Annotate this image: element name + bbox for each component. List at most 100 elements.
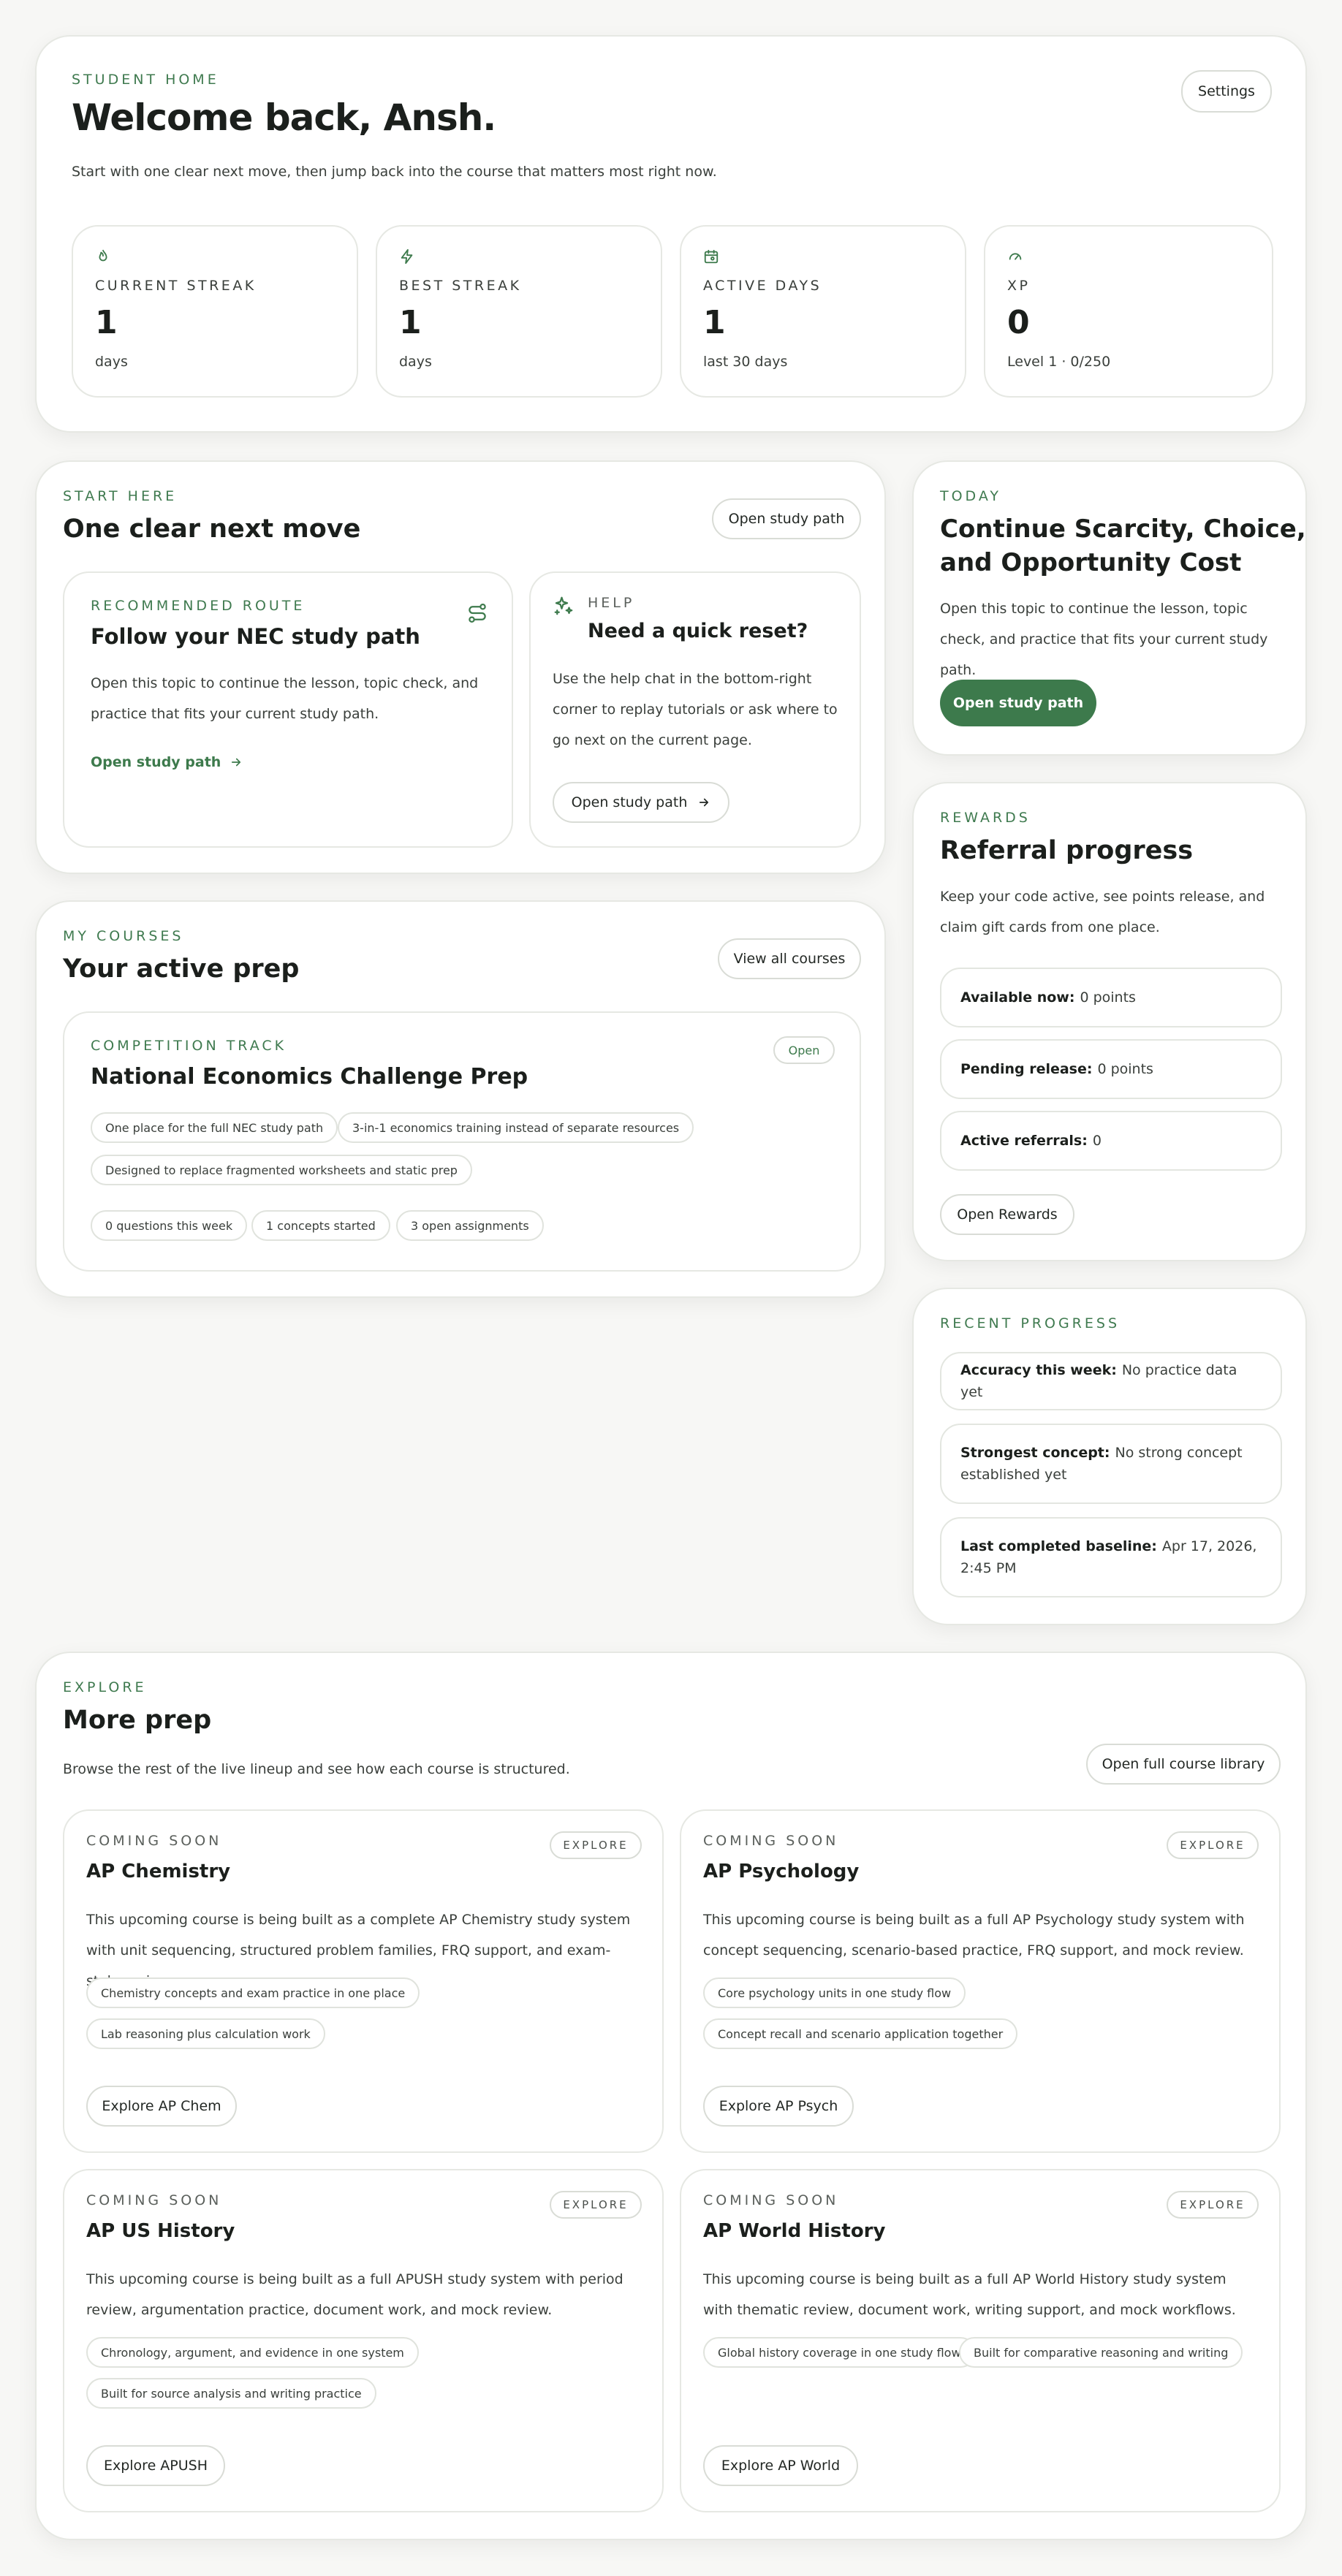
- route-eyebrow: RECOMMENDED ROUTE: [91, 598, 306, 614]
- row-label: Last completed baseline:: [960, 1538, 1157, 1554]
- explore-tag: EXPLORE: [1167, 1831, 1259, 1859]
- stat-sub: days: [399, 354, 432, 370]
- row-value: 0: [1092, 1133, 1102, 1149]
- course-card-nec[interactable]: COMPETITION TRACK Open National Economic…: [63, 1011, 861, 1272]
- rewards-card: REWARDS Referral progress Keep your code…: [912, 782, 1307, 1261]
- course-eyebrow: COMING SOON: [703, 1833, 839, 1849]
- explore-ap-world-button[interactable]: Explore AP World: [703, 2445, 858, 2486]
- explore-title: More prep: [63, 1706, 212, 1735]
- course-card-ap-chemistry[interactable]: COMING SOON EXPLORE AP Chemistry This up…: [63, 1809, 664, 2153]
- route-icon: [466, 602, 488, 624]
- header-subtitle: Start with one clear next move, then jum…: [72, 164, 717, 180]
- feature-chip: Global history coverage in one study flo…: [703, 2337, 976, 2368]
- course-title: AP US History: [86, 2220, 235, 2242]
- feature-chip: Chronology, argument, and evidence in on…: [86, 2337, 419, 2368]
- arrow-right-icon: [230, 756, 243, 769]
- stat-label: ACTIVE DAYS: [703, 278, 822, 294]
- rewards-available-row: Available now: 0 points: [940, 968, 1282, 1027]
- my-courses-card: MY COURSES Your active prep View all cou…: [35, 900, 886, 1298]
- start-here-card: START HERE One clear next move Open stud…: [35, 460, 886, 874]
- rewards-pending-row: Pending release: 0 points: [940, 1039, 1282, 1099]
- course-body: This upcoming course is being built as a…: [86, 2271, 623, 2318]
- stat-card-current-streak: CURRENT STREAK 1 days: [72, 225, 358, 398]
- open-study-path-button[interactable]: Open study path: [712, 498, 861, 539]
- explore-eyebrow: EXPLORE: [63, 1679, 147, 1695]
- row-label: Available now:: [960, 989, 1075, 1006]
- stat-sub: days: [95, 354, 128, 370]
- explore-ap-psych-button[interactable]: Explore AP Psych: [703, 2086, 854, 2127]
- course-title: AP World History: [703, 2220, 886, 2242]
- status-badge: Open: [773, 1036, 835, 1064]
- feature-chip: Designed to replace fragmented worksheet…: [91, 1155, 472, 1185]
- help-eyebrow: HELP: [588, 595, 635, 611]
- explore-subtitle: Browse the rest of the live lineup and s…: [63, 1761, 570, 1777]
- today-title-line1: Continue Scarcity, Choice,: [940, 514, 1306, 544]
- sparkles-icon: [553, 595, 575, 617]
- start-here-eyebrow: START HERE: [63, 488, 178, 504]
- help-body: Use the help chat in the bottom-right co…: [553, 671, 838, 748]
- rewards-eyebrow: REWARDS: [940, 810, 1031, 826]
- today-open-study-path-button[interactable]: Open study path: [940, 680, 1096, 726]
- stat-sub: last 30 days: [703, 354, 788, 370]
- recommended-route-card[interactable]: RECOMMENDED ROUTE Follow your NEC study …: [63, 571, 513, 848]
- calendar-icon: [703, 248, 719, 265]
- today-body: Open this topic to continue the lesson, …: [940, 601, 1268, 678]
- row-label: Accuracy this week:: [960, 1362, 1117, 1378]
- feature-chip: Chemistry concepts and exam practice in …: [86, 1977, 420, 2008]
- stat-value: 1: [399, 304, 422, 341]
- course-body: This upcoming course is being built as a…: [703, 2271, 1236, 2318]
- stat-label: CURRENT STREAK: [95, 278, 257, 294]
- rewards-body: Keep your code active, see points releas…: [940, 889, 1265, 935]
- explore-apush-button[interactable]: Explore APUSH: [86, 2445, 225, 2486]
- course-eyebrow: COMING SOON: [86, 2192, 222, 2208]
- feature-chip: Built for source analysis and writing pr…: [86, 2378, 376, 2409]
- stat-value: 1: [95, 304, 118, 341]
- metric-chip: 0 questions this week: [91, 1210, 248, 1241]
- feature-chip: Lab reasoning plus calculation work: [86, 2018, 325, 2049]
- rewards-referrals-row: Active referrals: 0: [940, 1111, 1282, 1171]
- course-body: This upcoming course is being built as a…: [703, 1912, 1245, 1958]
- courses-eyebrow: MY COURSES: [63, 928, 184, 944]
- stat-card-active-days: ACTIVE DAYS 1 last 30 days: [680, 225, 966, 398]
- stat-label: XP: [1007, 278, 1031, 294]
- help-open-study-path-button[interactable]: Open study path: [553, 782, 729, 823]
- feature-chip: Core psychology units in one study flow: [703, 1977, 966, 2008]
- row-value: 0 points: [1097, 1061, 1153, 1077]
- course-title: National Economics Challenge Prep: [91, 1064, 528, 1090]
- today-eyebrow: TODAY: [940, 488, 1001, 504]
- open-course-library-button[interactable]: Open full course library: [1086, 1744, 1281, 1785]
- courses-title: Your active prep: [63, 954, 300, 984]
- stat-card-best-streak: BEST STREAK 1 days: [376, 225, 662, 398]
- flame-icon: [95, 248, 111, 265]
- course-title: AP Psychology: [703, 1861, 860, 1882]
- header-eyebrow: STUDENT HOME: [72, 72, 219, 88]
- recent-progress-card: RECENT PROGRESS Accuracy this week: No pr…: [912, 1288, 1307, 1625]
- today-card: TODAY Continue Scarcity, Choice, and Opp…: [912, 460, 1307, 756]
- route-link-label: Open study path: [91, 754, 221, 770]
- course-eyebrow: COMING SOON: [703, 2192, 839, 2208]
- explore-tag: EXPLORE: [550, 1831, 642, 1859]
- course-card-apush[interactable]: COMING SOON EXPLORE AP US History This u…: [63, 2169, 664, 2512]
- explore-ap-chem-button[interactable]: Explore AP Chem: [86, 2086, 237, 2127]
- course-card-ap-world[interactable]: COMING SOON EXPLORE AP World History Thi…: [680, 2169, 1281, 2512]
- course-eyebrow: COMING SOON: [86, 1833, 222, 1849]
- student-home-card: STUDENT HOME Welcome back, Ansh. Start w…: [35, 35, 1307, 433]
- recent-eyebrow: RECENT PROGRESS: [940, 1315, 1121, 1331]
- arrow-right-icon: [697, 796, 710, 809]
- help-button-label: Open study path: [571, 794, 688, 810]
- explore-card: EXPLORE More prep Browse the rest of the…: [35, 1652, 1307, 2540]
- feature-chip: 3-in-1 economics training instead of sep…: [338, 1112, 694, 1143]
- feature-chip: Built for comparative reasoning and writ…: [959, 2337, 1243, 2368]
- feature-chip: One place for the full NEC study path: [91, 1112, 338, 1143]
- settings-button[interactable]: Settings: [1181, 70, 1272, 113]
- gauge-icon: [1007, 248, 1023, 265]
- zap-icon: [399, 248, 415, 265]
- today-title-line2: and Opportunity Cost: [940, 548, 1242, 577]
- row-label: Pending release:: [960, 1061, 1093, 1077]
- route-body: Open this topic to continue the lesson, …: [91, 675, 479, 722]
- open-rewards-button[interactable]: Open Rewards: [940, 1194, 1074, 1235]
- view-all-courses-button[interactable]: View all courses: [718, 938, 861, 979]
- route-open-link[interactable]: Open study path: [91, 754, 243, 770]
- explore-tag: EXPLORE: [550, 2191, 642, 2219]
- course-card-ap-psychology[interactable]: COMING SOON EXPLORE AP Psychology This u…: [680, 1809, 1281, 2153]
